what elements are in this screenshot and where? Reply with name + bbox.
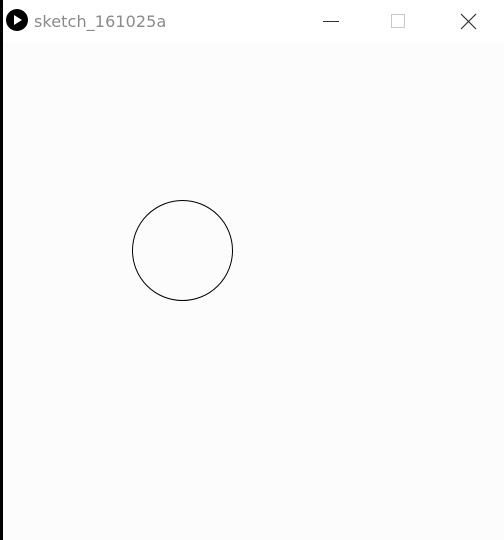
close-icon	[460, 13, 477, 30]
title-bar[interactable]: sketch_161025a	[3, 0, 504, 42]
window-title: sketch_161025a	[34, 12, 167, 31]
minimize-button[interactable]	[306, 0, 352, 42]
maximize-icon	[391, 14, 405, 28]
sketch-window: sketch_161025a	[3, 0, 504, 540]
circle-shape	[132, 200, 233, 301]
sketch-canvas[interactable]	[3, 42, 504, 540]
close-button[interactable]	[445, 0, 491, 42]
minimize-icon	[323, 21, 339, 22]
maximize-button[interactable]	[375, 0, 421, 42]
processing-play-icon[interactable]	[6, 9, 28, 31]
